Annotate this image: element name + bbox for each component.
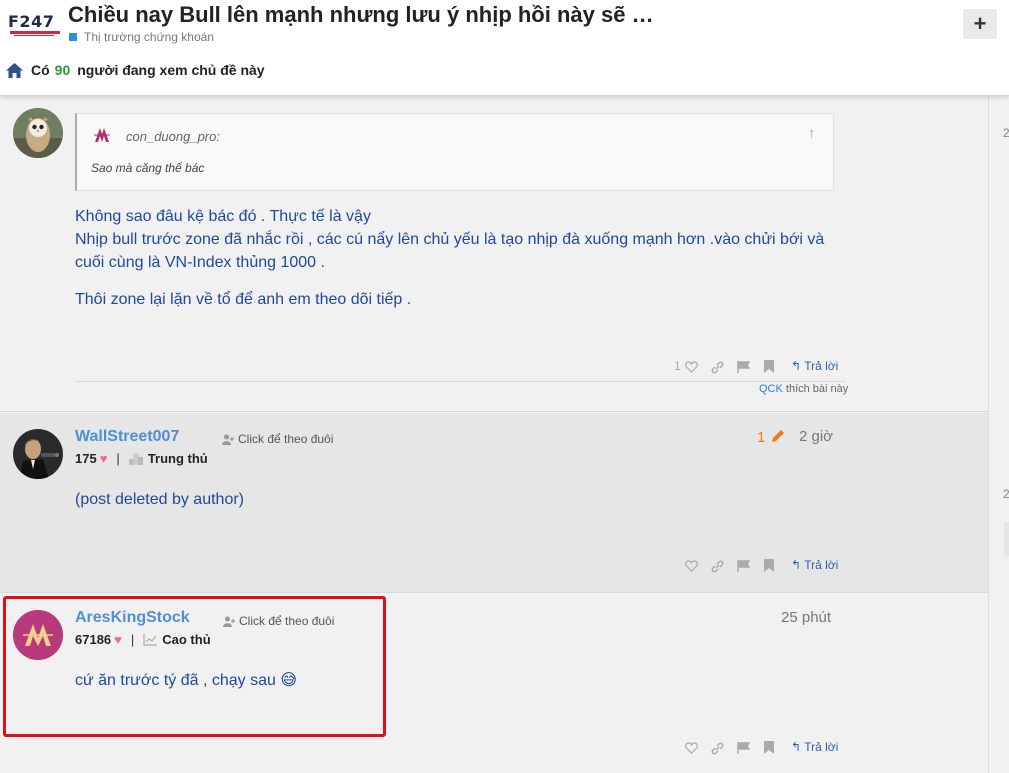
timeline-handle[interactable] xyxy=(1004,522,1009,556)
post-line: Thôi zone lại lặn về tổ để anh em theo d… xyxy=(75,291,412,308)
user-plus-icon xyxy=(222,434,234,445)
logo-text: F247 xyxy=(8,12,55,31)
avatar[interactable] xyxy=(13,108,63,158)
post-actions: ↰ Trả lời xyxy=(0,740,988,758)
category-color-badge xyxy=(69,33,77,41)
post: con_duong_pro: ↑ Sao mà căng thế bác Khô… xyxy=(0,96,988,412)
bookmark-icon[interactable] xyxy=(764,741,774,754)
post-actions: ↰ Trả lời xyxy=(0,558,988,576)
user-score: 175 xyxy=(75,451,97,466)
reply-label: Trả lời xyxy=(804,740,839,754)
highlight-box xyxy=(3,596,386,737)
liked-by-text: thích bài này xyxy=(785,383,849,395)
like-count[interactable]: 1 xyxy=(674,359,681,373)
link-icon[interactable] xyxy=(711,742,724,755)
quote-author-avatar-icon[interactable] xyxy=(93,126,111,144)
heart-icon[interactable] xyxy=(685,560,698,572)
viewers-prefix: Có xyxy=(31,62,50,78)
add-button[interactable]: + xyxy=(963,9,997,39)
timeline-rail xyxy=(988,96,989,773)
post-line: Không sao đâu kệ bác đó . Thực tế là vậy xyxy=(75,208,371,225)
user-rank: Trung thủ xyxy=(147,451,208,466)
post-time[interactable]: 25 phút xyxy=(781,609,831,626)
link-icon[interactable] xyxy=(711,560,724,573)
edit-history[interactable]: 1 xyxy=(757,428,786,446)
quote-author[interactable]: con_duong_pro: xyxy=(126,129,220,144)
jump-to-quote-icon[interactable]: ↑ xyxy=(808,125,816,142)
user-photo-icon xyxy=(13,429,63,479)
viewers-info: Có 90 người đang xem chủ đề này xyxy=(6,62,265,78)
topic-title[interactable]: Chiều nay Bull lên mạnh nhưng lưu ý nhịp… xyxy=(68,2,654,28)
reply-icon: ↰ xyxy=(791,359,802,373)
reply-button[interactable]: ↰ Trả lời xyxy=(791,740,838,754)
owl-avatar-icon xyxy=(13,108,63,158)
post-actions: 1 ↰ Trả lời xyxy=(0,359,988,377)
heart-icon: ♥ xyxy=(99,451,108,466)
liked-by: QCK thích bài này xyxy=(759,383,848,395)
reply-button[interactable]: ↰ Trả lời xyxy=(791,558,838,572)
reply-icon: ↰ xyxy=(791,740,802,754)
post-time[interactable]: 2 giờ xyxy=(799,428,833,445)
category-label: Thị trường chứng khoán xyxy=(84,30,215,44)
logo-underline xyxy=(10,31,60,34)
stats-divider: | xyxy=(116,451,120,466)
quote-text: Sao mà căng thế bác xyxy=(91,161,205,175)
follow-button[interactable]: Click để theo đuôi xyxy=(222,432,333,446)
post: WallStreet007 Click để theo đuôi 175 ♥ |… xyxy=(0,413,988,593)
timeline-marker: 2 xyxy=(1003,487,1009,501)
follow-label: Click để theo đuôi xyxy=(238,432,334,446)
logo-underline-thin xyxy=(14,35,54,36)
liker-username[interactable]: QCK xyxy=(759,383,783,395)
topic-header: F247 Chiều nay Bull lên mạnh nhưng lưu ý… xyxy=(0,0,1009,96)
site-logo[interactable]: F247 xyxy=(8,8,62,38)
category-link[interactable]: Thị trường chứng khoán xyxy=(69,30,214,44)
likes-divider xyxy=(75,381,846,382)
post-line: cuối cùng là VN-Index thủng 1000 . xyxy=(75,254,325,271)
pencil-icon xyxy=(771,430,784,442)
user-stats: 175 ♥ | Trung thủ xyxy=(75,451,208,466)
rank-icon xyxy=(128,452,143,465)
reply-label: Trả lời xyxy=(804,558,839,572)
viewers-count: 90 xyxy=(54,62,71,78)
flag-icon[interactable] xyxy=(737,361,750,373)
heart-icon[interactable] xyxy=(685,742,698,754)
reply-label: Trả lời xyxy=(804,359,839,373)
edit-count: 1 xyxy=(757,429,766,446)
post-text: (post deleted by author) xyxy=(75,491,244,508)
avatar[interactable] xyxy=(13,429,63,479)
reply-icon: ↰ xyxy=(791,558,802,572)
username[interactable]: WallStreet007 xyxy=(75,428,179,446)
home-icon[interactable] xyxy=(6,62,23,78)
link-icon[interactable] xyxy=(711,361,724,374)
heart-icon[interactable] xyxy=(685,361,698,373)
bookmark-icon[interactable] xyxy=(764,360,774,373)
flag-icon[interactable] xyxy=(737,742,750,754)
viewers-suffix: người đang xem chủ đề này xyxy=(77,62,265,78)
post-line: Nhịp bull trước zone đã nhắc rồi , các c… xyxy=(75,231,825,248)
bookmark-icon[interactable] xyxy=(764,559,774,572)
quote-block: con_duong_pro: ↑ Sao mà căng thế bác xyxy=(75,113,834,191)
timeline-marker: 2 xyxy=(1003,126,1009,140)
flag-icon[interactable] xyxy=(737,560,750,572)
reply-button[interactable]: ↰ Trả lời xyxy=(791,359,838,373)
